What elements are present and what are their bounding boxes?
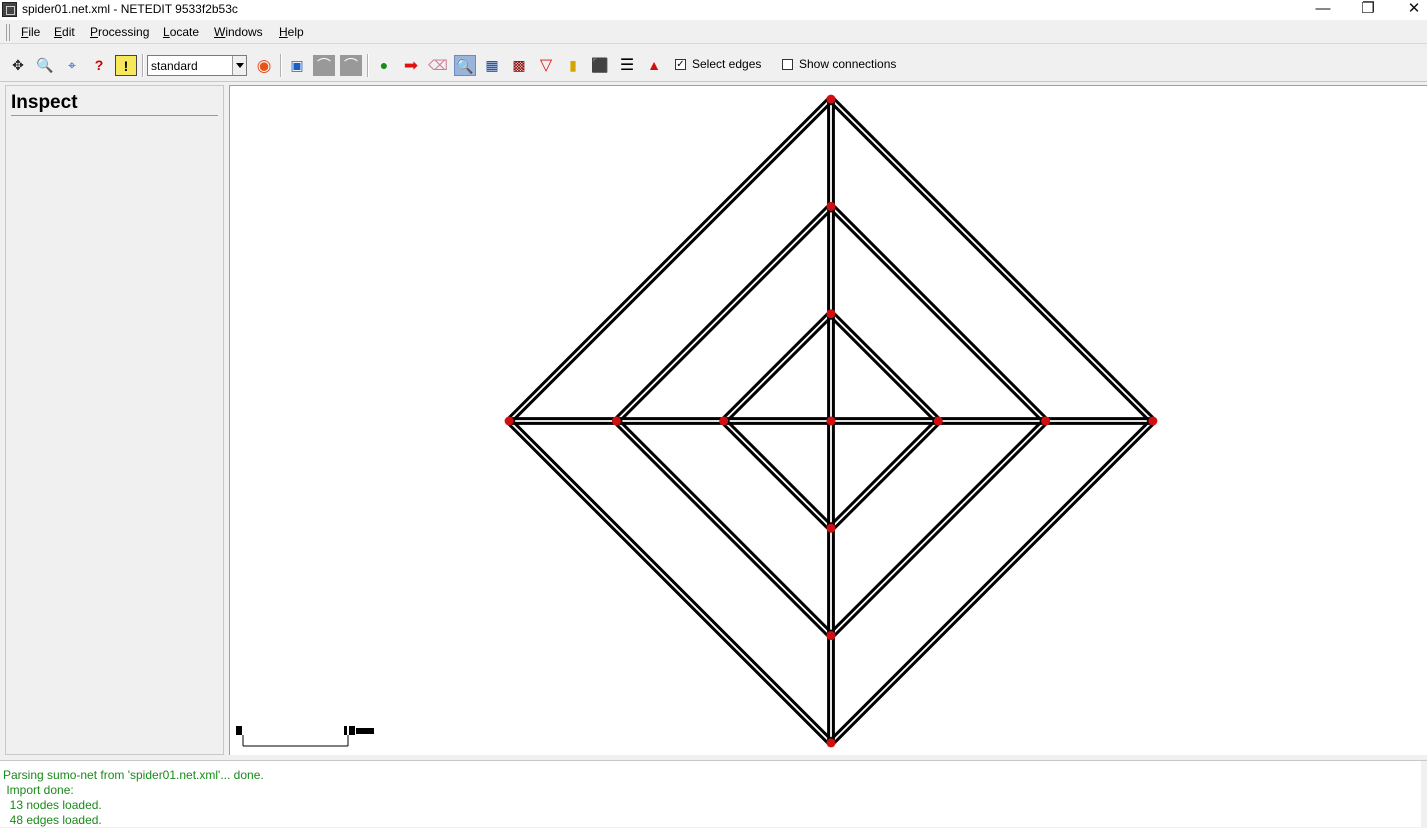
- junction-node[interactable]: [826, 201, 836, 211]
- junction-node[interactable]: [1041, 416, 1051, 426]
- color-wheel-icon[interactable]: ◉: [253, 55, 275, 76]
- window-title: spider01.net.xml - NETEDIT 9533f2b53c: [22, 2, 238, 16]
- select-icon[interactable]: ▦: [481, 55, 503, 76]
- shape-icon[interactable]: ▲: [643, 55, 665, 76]
- junction-node[interactable]: [933, 416, 943, 426]
- junction-node[interactable]: [719, 416, 729, 426]
- nodes-layer: [504, 94, 1158, 748]
- edge-lane[interactable]: [724, 314, 834, 424]
- log-line: 13 nodes loaded.: [3, 798, 102, 812]
- edge-lane[interactable]: [617, 207, 834, 424]
- menu-file[interactable]: File: [21, 25, 40, 39]
- create-edge-icon[interactable]: ●: [373, 55, 395, 76]
- chevron-down-icon[interactable]: [232, 56, 246, 75]
- inspect-divider: [11, 115, 218, 116]
- edge-lane[interactable]: [831, 421, 942, 532]
- edge-lane[interactable]: [613, 203, 831, 421]
- traffic-light-icon[interactable]: ▮: [562, 55, 584, 76]
- help-icon[interactable]: ?: [88, 55, 110, 76]
- junction-node[interactable]: [826, 523, 836, 533]
- inspect-panel: Inspect: [5, 85, 224, 755]
- edge-lane[interactable]: [831, 203, 1049, 421]
- junction-node[interactable]: [611, 416, 621, 426]
- edge-lane[interactable]: [509, 418, 834, 743]
- junction-node[interactable]: [826, 738, 836, 748]
- edge-lane[interactable]: [828, 314, 938, 424]
- app-icon: [2, 2, 17, 17]
- network-canvas[interactable]: [229, 85, 1427, 755]
- junction-node[interactable]: [504, 416, 514, 426]
- crossing-icon[interactable]: ▩: [508, 55, 530, 76]
- menu-windows[interactable]: Windows: [214, 25, 263, 39]
- recenter-icon[interactable]: ✥: [7, 55, 29, 76]
- toolbar-separator: [367, 54, 369, 77]
- menu-help[interactable]: Help: [279, 25, 304, 39]
- show-connections-checkbox[interactable]: [782, 59, 793, 70]
- title-bar: spider01.net.xml - NETEDIT 9533f2b53c — …: [0, 0, 1427, 20]
- junction-node[interactable]: [826, 416, 836, 426]
- close-button[interactable]: ✕: [1391, 0, 1427, 20]
- locate-icon[interactable]: 🔍: [34, 55, 56, 76]
- tooltip-icon[interactable]: !: [115, 55, 137, 76]
- log-line: Import done:: [3, 783, 74, 797]
- menu-bar: File Edit Processing Locate Windows Help: [0, 21, 1427, 44]
- inspect-title: Inspect: [11, 92, 78, 113]
- message-console[interactable]: Parsing sumo-net from 'spider01.net.xml'…: [0, 760, 1427, 828]
- additional-icon[interactable]: ⬛: [589, 55, 611, 76]
- menu-edit[interactable]: Edit: [54, 25, 75, 39]
- edge-lane[interactable]: [831, 421, 1049, 639]
- redo-icon[interactable]: ⌒: [340, 55, 362, 76]
- move-icon[interactable]: ➡: [400, 55, 422, 76]
- edge-lane[interactable]: [720, 310, 831, 421]
- minimize-button[interactable]: —: [1300, 0, 1346, 20]
- edge-lane[interactable]: [724, 418, 834, 528]
- connection-icon[interactable]: ☰: [616, 55, 638, 76]
- delete-icon[interactable]: ⌫: [427, 55, 449, 76]
- pick-icon[interactable]: ⌖: [61, 55, 83, 76]
- edge-lane[interactable]: [509, 99, 834, 424]
- network-drawing[interactable]: [230, 86, 1427, 755]
- junction-node[interactable]: [826, 94, 836, 104]
- edge-lane[interactable]: [828, 418, 1153, 743]
- scale-bar: [236, 726, 374, 747]
- select-edges-checkbox[interactable]: ✓: [675, 59, 686, 70]
- log-line: 48 edges loaded.: [3, 813, 102, 827]
- color-scheme-value: standard: [151, 59, 198, 73]
- show-connections-label[interactable]: Show connections: [799, 57, 896, 71]
- edge-lane[interactable]: [613, 421, 831, 639]
- toolbar: ✥ 🔍 ⌖ ? ! standard ◉ ▣ ⌒ ⌒ ● ➡ ⌫ 🔍 ▦ ▩ ▽…: [0, 48, 1427, 82]
- prohibition-icon[interactable]: ▽: [535, 55, 557, 76]
- undo-icon[interactable]: ⌒: [313, 55, 335, 76]
- select-edges-label[interactable]: Select edges: [692, 57, 761, 71]
- edge-lane[interactable]: [828, 99, 1153, 424]
- restore-button[interactable]: ❐: [1345, 0, 1391, 20]
- edge-lane[interactable]: [828, 418, 1045, 635]
- camera-icon[interactable]: ▣: [286, 55, 308, 76]
- junction-node[interactable]: [1148, 416, 1158, 426]
- edge-lane[interactable]: [617, 418, 834, 635]
- edge-lane[interactable]: [720, 421, 831, 532]
- log-line: Parsing sumo-net from 'spider01.net.xml'…: [3, 768, 264, 782]
- edge-lane[interactable]: [831, 310, 942, 421]
- edge-lane[interactable]: [828, 207, 1045, 424]
- junction-node[interactable]: [826, 631, 836, 641]
- menu-processing[interactable]: Processing: [90, 25, 149, 39]
- menu-grip: [6, 24, 10, 41]
- menu-locate[interactable]: Locate: [163, 25, 199, 39]
- inspect-icon[interactable]: 🔍: [454, 55, 476, 76]
- toolbar-separator: [280, 54, 282, 77]
- edge-lane[interactable]: [828, 418, 938, 528]
- console-scrollbar[interactable]: [1421, 761, 1427, 828]
- toolbar-separator: [142, 54, 144, 77]
- junction-node[interactable]: [826, 309, 836, 319]
- color-scheme-select[interactable]: standard: [147, 55, 247, 76]
